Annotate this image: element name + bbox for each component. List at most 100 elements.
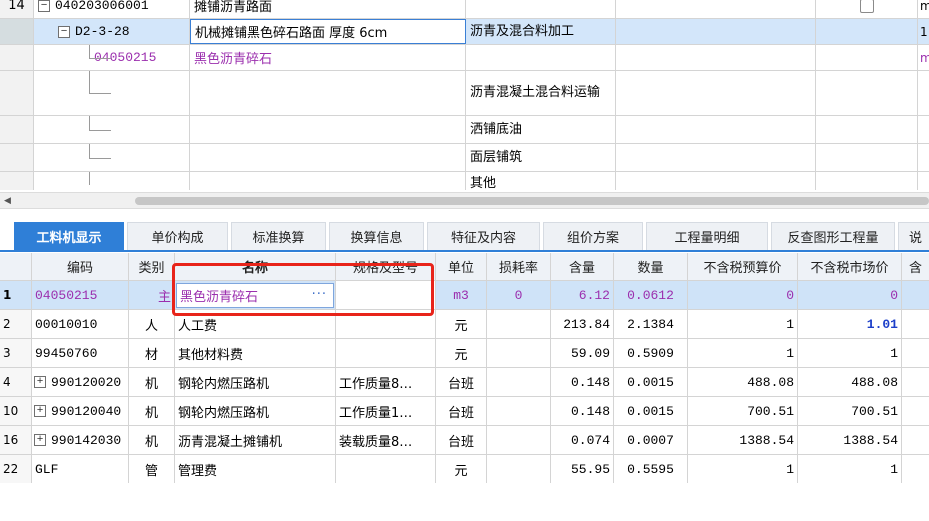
- tree-check-cell[interactable]: [816, 116, 918, 143]
- tab-pricing-scheme[interactable]: 组价方案: [543, 222, 643, 250]
- tab-standard-conversion[interactable]: 标准换算: [231, 222, 326, 250]
- tree-row[interactable]: 04050215 黑色沥青碎石 m: [0, 45, 929, 71]
- name-edit-input[interactable]: 黑色沥青碎石 ···: [176, 283, 334, 308]
- cell-amount[interactable]: 2.1384: [614, 310, 688, 338]
- cell-qty[interactable]: 213.84: [551, 310, 614, 338]
- cell-tax[interactable]: [902, 281, 929, 309]
- cell-amount[interactable]: 0.0007: [614, 426, 688, 454]
- tree-feature[interactable]: 沥青混凝土混合料运输: [466, 71, 616, 115]
- cell-name[interactable]: 管理费: [175, 455, 336, 483]
- tree-code-cell[interactable]: [34, 144, 190, 171]
- cell-tax[interactable]: [902, 339, 929, 367]
- cell-amount[interactable]: 0.0612: [614, 281, 688, 309]
- cell-qty[interactable]: 59.09: [551, 339, 614, 367]
- cell-name[interactable]: 钢轮内燃压路机: [175, 397, 336, 425]
- cell-tax[interactable]: [902, 426, 929, 454]
- table-row[interactable]: 4 + 990120020 机 钢轮内燃压路机 工作质量8… 台班 0.148 …: [0, 368, 929, 397]
- cell-type[interactable]: 材: [129, 339, 175, 367]
- col-header-name[interactable]: 名称: [175, 253, 336, 280]
- tab-features-content[interactable]: 特征及内容: [427, 222, 540, 250]
- table-row[interactable]: 22 GLF 管 管理费 元 55.95 0.5595 1 1: [0, 455, 929, 483]
- table-row[interactable]: 2 00010010 人 人工费 元 213.84 2.1384 1 1.01: [0, 310, 929, 339]
- cell-name[interactable]: 沥青混凝土摊铺机: [175, 426, 336, 454]
- tree-name[interactable]: [190, 116, 466, 143]
- collapse-icon[interactable]: −: [58, 25, 70, 38]
- cell-unit[interactable]: 台班: [436, 397, 487, 425]
- cell-budget-price[interactable]: 1: [688, 455, 798, 483]
- tab-quantity-details[interactable]: 工程量明细: [646, 222, 768, 250]
- col-header-code[interactable]: 编码: [32, 253, 129, 280]
- tree-check-cell[interactable]: [816, 19, 918, 44]
- cell-unit[interactable]: 台班: [436, 368, 487, 396]
- cell-tax[interactable]: [902, 397, 929, 425]
- cell-unit[interactable]: 台班: [436, 426, 487, 454]
- cell-amount[interactable]: 0.5909: [614, 339, 688, 367]
- ellipsis-icon[interactable]: ···: [312, 287, 327, 302]
- tree-code-cell[interactable]: [34, 71, 190, 115]
- cell-code[interactable]: 00010010: [32, 310, 129, 338]
- cell-name[interactable]: 钢轮内燃压路机: [175, 368, 336, 396]
- cell-unit[interactable]: 元: [436, 339, 487, 367]
- cell-type[interactable]: 人: [129, 310, 175, 338]
- tab-labor-material-machine[interactable]: 工料机显示: [14, 222, 124, 250]
- tree-row[interactable]: 其他: [0, 172, 929, 190]
- col-header-unit[interactable]: 单位: [436, 253, 487, 280]
- tree-code-cell[interactable]: 04050215: [34, 45, 190, 70]
- tree-name[interactable]: 摊铺沥青路面: [190, 0, 466, 18]
- tree-feature[interactable]: 面层铺筑: [466, 144, 616, 171]
- tree-row-selected[interactable]: − D2-3-28 机械摊铺黑色碎石路面 厚度 6cm 沥青及混合料加工 1: [0, 19, 929, 45]
- col-header-amount[interactable]: 数量: [614, 253, 688, 280]
- tree-extra-cell[interactable]: [616, 144, 816, 171]
- col-header-qty[interactable]: 含量: [551, 253, 614, 280]
- cell-spec[interactable]: [336, 281, 436, 309]
- row-checkbox[interactable]: [859, 0, 874, 13]
- tree-check-cell[interactable]: [816, 144, 918, 171]
- cell-market-price[interactable]: 1: [798, 455, 902, 483]
- col-header-type[interactable]: 类别: [129, 253, 175, 280]
- tree-extra-cell[interactable]: [616, 172, 816, 190]
- cell-amount[interactable]: 0.5595: [614, 455, 688, 483]
- cell-budget-price[interactable]: 1388.54: [688, 426, 798, 454]
- tree-code-cell[interactable]: [34, 116, 190, 143]
- cell-amount[interactable]: 0.0015: [614, 397, 688, 425]
- tree-feature[interactable]: [466, 45, 616, 70]
- tab-more[interactable]: 说: [898, 222, 929, 250]
- cell-budget-price[interactable]: 1: [688, 339, 798, 367]
- col-header-loss[interactable]: 损耗率: [487, 253, 551, 280]
- cell-code[interactable]: GLF: [32, 455, 129, 483]
- cell-unit[interactable]: 元: [436, 455, 487, 483]
- table-row[interactable]: 10 + 990120040 机 钢轮内燃压路机 工作质量1… 台班 0.148…: [0, 397, 929, 426]
- cell-name[interactable]: 其他材料费: [175, 339, 336, 367]
- cell-spec[interactable]: [336, 339, 436, 367]
- cell-amount[interactable]: 0.0015: [614, 368, 688, 396]
- tree-check-cell[interactable]: [816, 0, 918, 18]
- cell-tax[interactable]: [902, 368, 929, 396]
- cell-budget-price[interactable]: 0: [688, 281, 798, 309]
- cell-market-price[interactable]: 1.01: [798, 310, 902, 338]
- tree-row[interactable]: 洒铺底油: [0, 116, 929, 144]
- col-header-market-price[interactable]: 不含税市场价: [798, 253, 902, 280]
- collapse-icon[interactable]: −: [38, 0, 50, 12]
- tab-unit-price-composition[interactable]: 单价构成: [127, 222, 228, 250]
- tree-name[interactable]: 黑色沥青碎石: [190, 45, 466, 70]
- tree-row[interactable]: 面层铺筑: [0, 144, 929, 172]
- tree-check-cell[interactable]: [816, 172, 918, 190]
- scrollbar-thumb[interactable]: [135, 197, 929, 205]
- tree-code-cell[interactable]: [34, 172, 190, 190]
- cell-market-price[interactable]: 700.51: [798, 397, 902, 425]
- cell-name[interactable]: 人工费: [175, 310, 336, 338]
- tree-feature[interactable]: 沥青及混合料加工: [466, 19, 616, 44]
- cell-loss[interactable]: [487, 426, 551, 454]
- cell-spec[interactable]: 装载质量8…: [336, 426, 436, 454]
- tree-name[interactable]: [190, 172, 466, 190]
- cell-market-price[interactable]: 488.08: [798, 368, 902, 396]
- tree-feature[interactable]: 洒铺底油: [466, 116, 616, 143]
- cell-market-price[interactable]: 1388.54: [798, 426, 902, 454]
- scroll-left-icon[interactable]: ◀: [4, 196, 11, 206]
- cell-spec[interactable]: [336, 455, 436, 483]
- cell-type[interactable]: 机: [129, 368, 175, 396]
- tree-feature[interactable]: [466, 0, 616, 18]
- tree-code-cell[interactable]: − D2-3-28: [34, 19, 190, 44]
- cell-code[interactable]: + 990142030: [32, 426, 129, 454]
- cell-type[interactable]: 机: [129, 426, 175, 454]
